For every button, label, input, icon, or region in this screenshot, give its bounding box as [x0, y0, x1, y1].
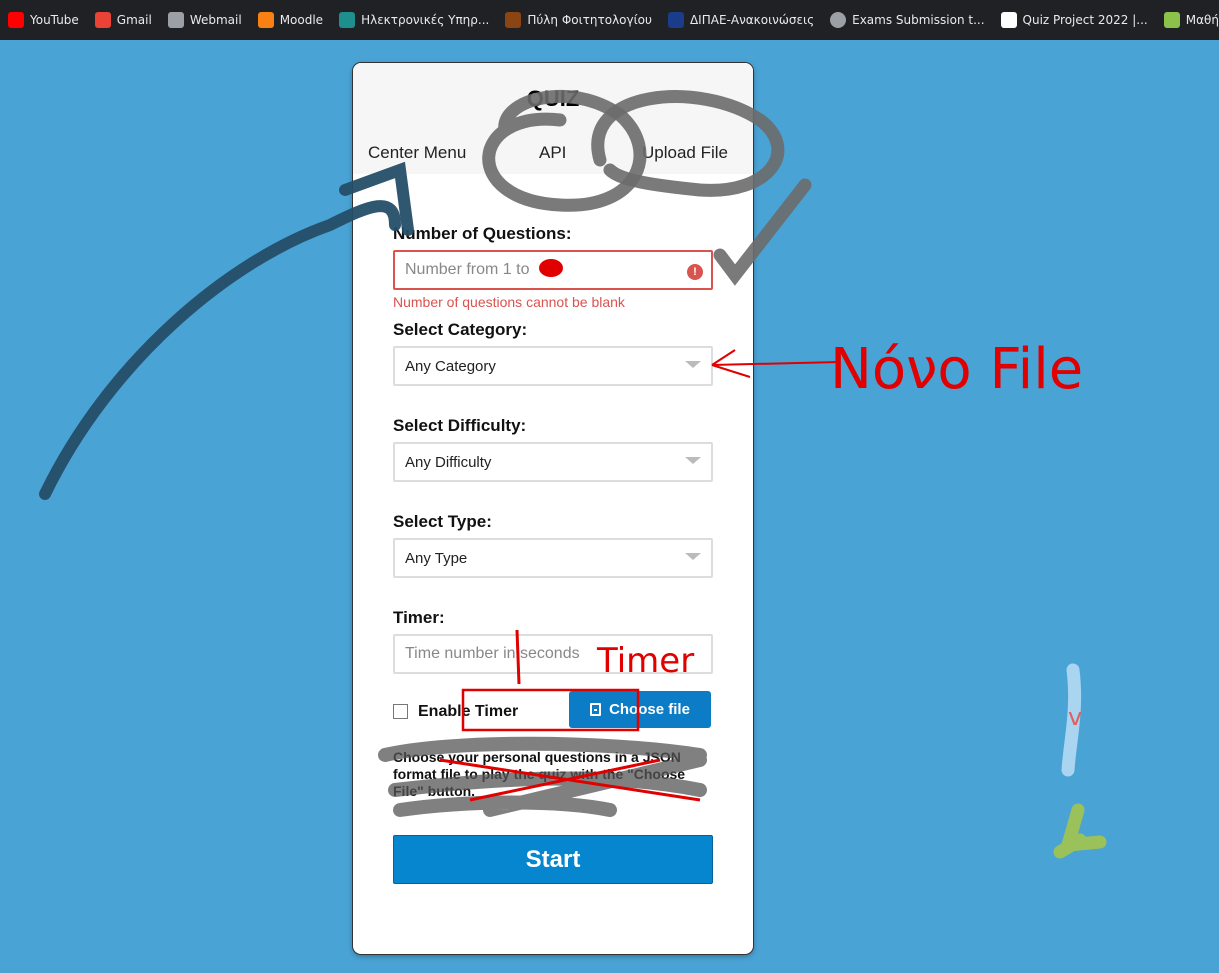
scribble-arrow	[39, 200, 401, 500]
tab-center-menu[interactable]: Center Menu	[368, 143, 466, 163]
globe-icon	[830, 12, 847, 28]
type-value: Any Type	[405, 549, 468, 567]
timer-input[interactable]: Time number in seconds	[393, 634, 713, 674]
bookmark-exams-submission[interactable]: Exams Submission t...	[822, 0, 992, 40]
chevron-down-icon	[685, 361, 701, 368]
bookmark-moodle[interactable]: Moodle	[250, 0, 331, 40]
bookmark-student-portal[interactable]: Πύλη Φοιτητολογίου	[497, 0, 660, 40]
bookmark-youtube[interactable]: YouTube	[0, 0, 87, 40]
num-questions-placeholder: Number from 1 to	[405, 261, 530, 278]
annotation-new-file: Νόνο File	[830, 337, 1083, 402]
moodle-icon	[257, 12, 274, 28]
upload-help-text: Choose your personal questions in a JSON…	[393, 749, 686, 799]
choose-file-button[interactable]: Choose file	[569, 691, 711, 728]
difficulty-value: Any Difficulty	[405, 453, 492, 471]
type-label: Select Type:	[393, 512, 492, 531]
error-icon: !	[687, 264, 703, 280]
bookmark-announcements[interactable]: ΔΙΠΑΕ-Ανακοινώσεις	[660, 0, 822, 40]
student-portal-icon	[505, 12, 522, 28]
tab-api[interactable]: API	[539, 143, 566, 163]
difficulty-select[interactable]: Any Difficulty	[393, 442, 713, 482]
category-label: Select Category:	[393, 320, 528, 339]
e-services-icon	[339, 12, 356, 28]
kek-icon	[1163, 12, 1180, 28]
scribble-light-blue	[1061, 663, 1082, 777]
quiz-tabs: Center Menu API Upload File	[353, 143, 753, 165]
bookmark-gmail[interactable]: Gmail	[87, 0, 160, 40]
num-questions-label: Number of Questions:	[393, 224, 572, 243]
timer-label: Timer:	[393, 608, 445, 627]
quiz-title: QUIZ	[526, 86, 580, 111]
start-button[interactable]: Start	[393, 835, 713, 884]
bookmark-quiz-project[interactable]: Quiz Project 2022 |...	[993, 0, 1156, 40]
youtube-icon	[8, 12, 24, 28]
quiz-header: QUIZ Center Menu API Upload File	[353, 63, 753, 174]
category-select[interactable]: Any Category	[393, 346, 713, 386]
file-icon	[590, 703, 602, 716]
scribble-green	[1053, 803, 1107, 859]
difficulty-label: Select Difficulty:	[393, 416, 527, 435]
timer-placeholder: Time number in seconds	[405, 645, 580, 662]
type-select[interactable]: Any Type	[393, 538, 713, 578]
bookmark-e-services[interactable]: Ηλεκτρονικές Υπηρ...	[331, 0, 497, 40]
quiz-project-icon	[1000, 12, 1017, 28]
choose-file-label: Choose file	[609, 701, 690, 718]
enable-timer-checkbox[interactable]	[393, 704, 408, 719]
annotation-v: v	[1068, 703, 1082, 731]
bookmark-webmail[interactable]: Webmail	[160, 0, 250, 40]
chevron-down-icon	[685, 553, 701, 560]
chevron-down-icon	[685, 457, 701, 464]
category-value: Any Category	[405, 357, 496, 375]
announcements-icon	[667, 12, 684, 28]
num-questions-error: Number of questions cannot be blank	[393, 294, 625, 310]
enable-timer-label: Enable Timer	[418, 703, 519, 720]
bookmarks-bar: YouTube Gmail Webmail Moodle Ηλεκτρονικέ…	[0, 0, 1219, 40]
webmail-icon	[167, 12, 184, 28]
quiz-card: QUIZ Center Menu API Upload File Number …	[353, 63, 753, 954]
num-questions-input[interactable]: Number from 1 to !	[393, 250, 713, 290]
gmail-icon	[94, 12, 111, 28]
bookmark-kek-courses[interactable]: Μαθήματα ΚΕΚ	[1156, 0, 1219, 40]
tab-upload-file[interactable]: Upload File	[642, 143, 728, 163]
